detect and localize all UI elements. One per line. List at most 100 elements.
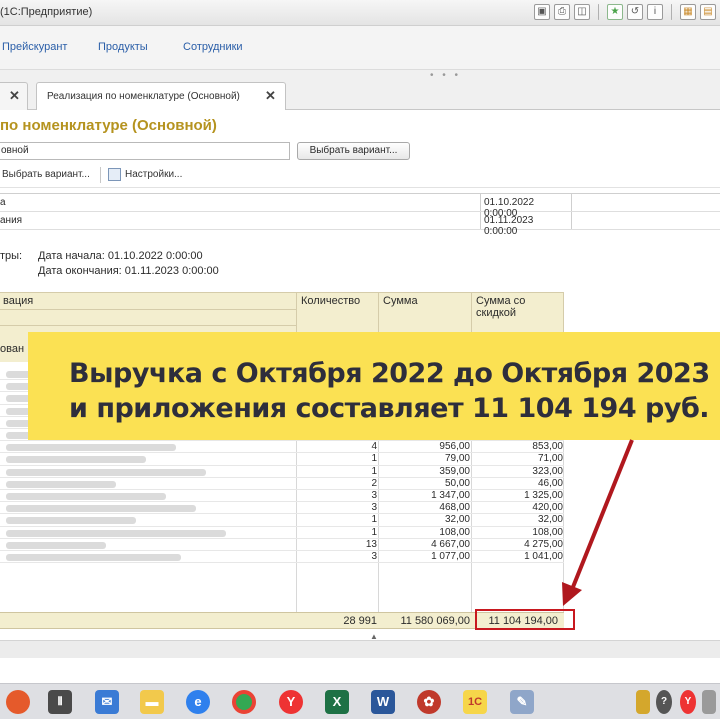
row-quantity: 1 [371,465,377,477]
settings-icon[interactable] [108,168,121,181]
menu-item-products[interactable]: Продукты [98,41,148,53]
highlight-box [475,609,575,630]
row-sum: 468,00 [439,502,470,514]
redacted-product-name [6,529,226,537]
row-discount-sum: 1 325,00 [524,490,563,501]
header-discount-line2: скидкой [476,307,517,319]
close-tab-icon[interactable]: ✕ [265,88,276,104]
row-quantity: 2 [371,477,377,489]
menu-item-employees[interactable]: Сотрудники [183,41,243,53]
callout-line-2: и приложения составляет 11 104 194 руб. [69,393,710,424]
table-row[interactable]: 3 1 077,00 1 041,00 [0,551,564,564]
row-discount-sum: 108,00 [532,526,563,538]
report-parameters: а 01.10.2022 0:00:00 ания 01.11.2023 0:0… [0,193,720,237]
app-icon[interactable]: ✿ [417,690,441,714]
row-sum: 956,00 [439,441,470,453]
onec-icon[interactable]: 1С [463,690,487,714]
row-discount-sum: 323,00 [532,465,563,477]
report-command-bar: Выбрать вариант... Настройки... [0,163,720,188]
row-quantity: 3 [371,551,377,562]
redacted-product-name [6,468,206,476]
preview-icon[interactable]: ◫ [574,4,590,20]
row-sum: 1 077,00 [431,551,470,562]
row-sum: 4 667,00 [431,538,470,550]
tray-pen-icon[interactable] [636,690,650,714]
report-title: по номенклатуре (Основной) [0,117,217,134]
task-view-icon[interactable]: ⫴ [48,690,72,714]
favorite-star-icon[interactable]: ★ [607,4,623,20]
settings-command[interactable]: Настройки... [125,169,182,180]
filters-label: тры: [0,250,23,262]
total-quantity: 28 991 [343,615,377,627]
toolbar-separator [671,4,672,20]
redacted-product-name [6,517,136,525]
horizontal-scrollbar[interactable] [0,640,720,658]
report-variant-field[interactable]: овной [0,142,290,160]
tab-sales-report[interactable]: Реализация по номенклатуре (Основной) ✕ [36,82,286,110]
param-start-date-field[interactable]: 01.10.2022 0:00:00 [480,194,572,219]
window-titlebar: (1С:Предприятие) ▣ ⎙ ◫ ★ ↺ i ▦ ▤ [0,0,720,26]
table-row[interactable]: 3 1 347,00 1 325,00 [0,490,564,503]
calculator-icon[interactable]: ▦ [680,4,696,20]
calendar-icon[interactable]: ▤ [700,4,716,20]
paint-icon[interactable]: ✎ [510,690,534,714]
table-row[interactable]: 1 79,00 71,00 [0,453,564,466]
row-quantity: 1 [371,526,377,538]
redacted-product-name [6,541,106,549]
tray-help-icon[interactable]: ? [656,690,672,714]
chrome-icon[interactable] [232,690,256,714]
row-sum: 1 347,00 [431,490,470,501]
table-row[interactable]: 13 4 667,00 4 275,00 [0,539,564,551]
redacted-product-name [6,493,166,500]
revenue-callout-banner: Выручка с Октября 2022 до Октября 2023 и… [28,332,720,440]
tab-previous[interactable]: ✕ [0,82,28,110]
filter-start-date: Дата начала: 01.10.2022 0:00:00 [38,250,203,262]
table-row[interactable]: 4 956,00 853,00 [0,441,564,454]
redacted-product-name [6,456,146,464]
row-discount-sum: 32,00 [537,514,563,526]
tab-label: Реализация по номенклатуре (Основной) [47,91,240,102]
row-discount-sum: 4 275,00 [524,538,563,550]
row-sum: 50,00 [444,477,470,489]
choose-variant-button[interactable]: Выбрать вариант... [297,142,410,160]
file-explorer-icon[interactable]: ▬ [140,690,164,714]
toolbar-separator [598,4,599,20]
yandex-icon[interactable]: Y [279,690,303,714]
param-label: ания [0,215,23,226]
close-tab-icon[interactable]: ✕ [9,88,20,104]
param-row-start: а 01.10.2022 0:00:00 [0,194,720,219]
word-icon[interactable]: W [371,690,395,714]
row-quantity: 4 [371,441,377,453]
table-row[interactable]: 1 108,00 108,00 [0,527,564,539]
table-row[interactable]: 3 468,00 420,00 [0,502,564,515]
system-tray-app-icon[interactable] [6,690,30,714]
table-row[interactable]: 1 359,00 323,00 [0,466,564,478]
param-label: а [0,197,6,208]
panel-grip[interactable]: • • • [430,70,461,81]
row-discount-sum: 1 041,00 [524,551,563,562]
tray-yandex-icon[interactable]: Y [680,690,696,714]
row-sum: 108,00 [439,526,470,538]
table-row[interactable]: 1 32,00 32,00 [0,514,564,527]
redacted-product-name [6,480,116,488]
row-discount-sum: 46,00 [537,477,563,489]
history-icon[interactable]: ↺ [627,4,643,20]
redacted-product-name [6,554,181,561]
save-icon[interactable]: ▣ [534,4,550,20]
header-discount-line1: Сумма со [476,295,526,307]
edge-icon[interactable]: e [186,690,210,714]
print-icon[interactable]: ⎙ [554,4,570,20]
header-subrow [0,309,296,325]
mail-icon[interactable]: ✉ [95,690,119,714]
row-quantity: 3 [371,490,377,501]
sections-panel: Прейскурант Продукты Сотрудники [0,26,720,70]
param-row-end: ания 01.11.2023 0:00:00 [0,212,720,237]
command-separator [100,167,101,183]
tray-hardware-icon[interactable] [702,690,716,714]
choose-variant-command[interactable]: Выбрать вариант... [2,169,90,180]
menu-item-price-list[interactable]: Прейскурант [2,41,67,53]
param-end-date-field[interactable]: 01.11.2023 0:00:00 [480,212,572,237]
info-icon[interactable]: i [647,4,663,20]
table-row[interactable]: 2 50,00 46,00 [0,478,564,490]
excel-icon[interactable]: X [325,690,349,714]
